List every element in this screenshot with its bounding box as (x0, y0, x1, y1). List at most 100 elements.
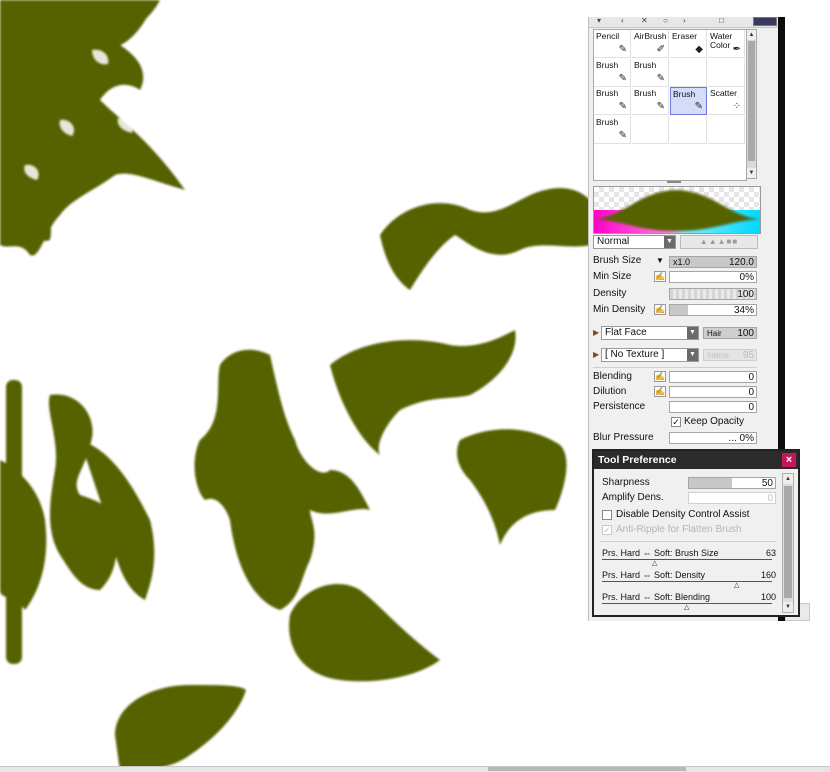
tool-slot-pencil[interactable]: Pencil ✎ (594, 30, 631, 58)
sharpness-field[interactable]: 50 (688, 477, 776, 489)
blur-pressure-field[interactable]: ... 0% (669, 432, 757, 444)
intensity-field: Intens. 95 (703, 349, 757, 361)
blend-mode-value: Normal (597, 236, 630, 247)
blending-field[interactable]: 0 (669, 371, 757, 383)
shape-icon[interactable]: ○ (663, 17, 671, 25)
min-density-field[interactable]: 34% (669, 304, 757, 316)
chevron-down-icon[interactable]: ▼ (687, 349, 698, 361)
min-size-field[interactable]: 0% (669, 271, 757, 283)
dilution-field[interactable]: 0 (669, 386, 757, 398)
slider-knob-icon[interactable]: △ (734, 582, 739, 589)
tool-slot-brush[interactable]: Brush ✎ (670, 87, 707, 115)
slider-knob-icon[interactable]: △ (652, 560, 657, 567)
tool-slot-empty[interactable] (708, 58, 745, 87)
hair-value: 100 (737, 328, 754, 339)
tool-grid: Pencil ✎ AirBrush ✐ Eraser ◆ Water Color ✒ Brush… (593, 29, 747, 181)
blending-label: Blending (593, 371, 632, 382)
back-icon[interactable]: ‹ (621, 17, 629, 25)
slider-knob-icon[interactable]: △ (684, 604, 689, 611)
horizontal-scroll-thumb[interactable] (488, 767, 686, 771)
brush-size-value: 120.0 (728, 257, 754, 268)
texture-select[interactable]: [ No Texture ] ▼ (601, 348, 699, 362)
tool-label: Scatter (710, 88, 737, 98)
airbrush-icon: ✐ (656, 44, 665, 55)
tool-slot-brush[interactable]: Brush ✎ (632, 87, 669, 115)
tool-preference-scrollbar[interactable]: ▲ ▼ (782, 473, 794, 613)
tool-slot-airbrush[interactable]: AirBrush ✐ (632, 30, 669, 58)
scroll-thumb[interactable] (748, 41, 755, 161)
brush-shape-value: Flat Face (605, 327, 647, 338)
min-density-fill (670, 305, 688, 315)
brush-shape-presets[interactable]: ▲▲▲■■ (680, 235, 758, 249)
brush-size-field[interactable]: x1.0 120.0 (669, 256, 757, 268)
blending-value: 0 (748, 372, 754, 383)
blend-mode-select[interactable]: Normal ▼ (593, 235, 676, 249)
pen-pressure-icon[interactable]: ✍ (654, 371, 666, 382)
tool-label: Brush (634, 59, 657, 70)
tool-label: Brush (634, 88, 657, 98)
divider (593, 367, 757, 368)
menu-arrow-icon[interactable]: ▾ (597, 17, 605, 25)
expand-arrow-icon[interactable]: ▶ (593, 350, 599, 359)
tool-slot-empty[interactable] (632, 115, 669, 144)
grid-resize-handle[interactable] (667, 181, 681, 183)
forward-icon[interactable]: › (683, 17, 691, 25)
tool-slot-brush[interactable]: Brush ✎ (632, 58, 669, 87)
tool-label: Eraser (672, 31, 698, 41)
hardsoft-density-slider[interactable] (602, 581, 772, 582)
persistence-field[interactable]: 0 (669, 401, 757, 413)
divider (600, 541, 776, 542)
brush-shape-select[interactable]: Flat Face ▼ (601, 326, 699, 340)
tool-slot-empty[interactable] (670, 58, 707, 87)
chevron-down-icon[interactable]: ▼ (664, 236, 675, 248)
brush-stroke-preview (593, 186, 761, 234)
brush-icon: ✎ (618, 101, 627, 112)
window-icon[interactable]: □ (719, 17, 727, 25)
tool-slot-water-color[interactable]: Water Color ✒ (708, 30, 745, 58)
pen-pressure-icon[interactable]: ✍ (654, 386, 666, 397)
tool-slot-brush[interactable]: Brush ✎ (594, 115, 631, 144)
scroll-thumb[interactable] (784, 486, 792, 598)
density-field[interactable]: 100 (669, 288, 757, 300)
pen-pressure-icon[interactable]: ✍ (654, 304, 666, 315)
horizontal-scrollbar[interactable] (0, 766, 830, 772)
scroll-up-icon[interactable]: ▲ (747, 30, 756, 40)
chevron-down-icon[interactable]: ▼ (687, 327, 698, 339)
size-dropdown-icon[interactable]: ▼ (656, 254, 664, 268)
close-icon[interactable]: × (782, 453, 796, 467)
anti-ripple-label: Anti-Ripple for Flatten Brush (616, 524, 742, 535)
hardsoft-size-slider[interactable] (602, 559, 772, 560)
hardsoft-blending-value: 100 (760, 592, 776, 602)
hair-label: Hair (707, 329, 722, 338)
sharpness-fill (689, 478, 732, 488)
eraser-icon: ◆ (695, 44, 703, 55)
scroll-up-icon[interactable]: ▲ (783, 474, 793, 484)
hair-field[interactable]: Hair 100 (703, 327, 757, 339)
hardsoft-blending-label: Prs. Hard ⇔ Soft: Blending (602, 592, 711, 602)
sharpness-value: 50 (761, 478, 773, 489)
tool-slot-brush[interactable]: Brush ✎ (594, 58, 631, 87)
scroll-down-icon[interactable]: ▼ (783, 602, 793, 612)
tool-slot-empty[interactable] (708, 115, 745, 144)
tool-slot-eraser[interactable]: Eraser ◆ (670, 30, 707, 58)
blur-pressure-value: ... 0% (728, 433, 754, 444)
scroll-down-icon[interactable]: ▼ (747, 168, 756, 178)
anti-ripple-checkbox: ✓ (602, 525, 612, 535)
tool-slot-brush[interactable]: Brush ✎ (594, 87, 631, 115)
tool-slot-empty[interactable] (670, 115, 707, 144)
expand-arrow-icon[interactable]: ▶ (593, 328, 599, 337)
tool-label: AirBrush (634, 31, 667, 41)
tool-grid-scrollbar[interactable]: ▲ ▼ (746, 29, 757, 179)
min-density-value: 34% (733, 305, 754, 316)
hardsoft-density-label: Prs. Hard ⇔ Soft: Density (602, 570, 706, 580)
disable-assist-checkbox[interactable] (602, 510, 612, 520)
keep-opacity-checkbox[interactable]: ✓ (671, 417, 681, 427)
density-label: Density (593, 288, 627, 299)
min-density-label: Min Density (593, 304, 646, 315)
pen-pressure-icon[interactable]: ✍ (654, 271, 666, 282)
tool-slot-scatter[interactable]: Scatter ⁘ (708, 87, 745, 115)
amplify-density-field: 0 (688, 492, 776, 504)
tool-preference-title[interactable]: Tool Preference (594, 451, 798, 469)
panel-color-box[interactable] (753, 17, 777, 26)
flip-icon[interactable]: ✕ (641, 17, 649, 25)
